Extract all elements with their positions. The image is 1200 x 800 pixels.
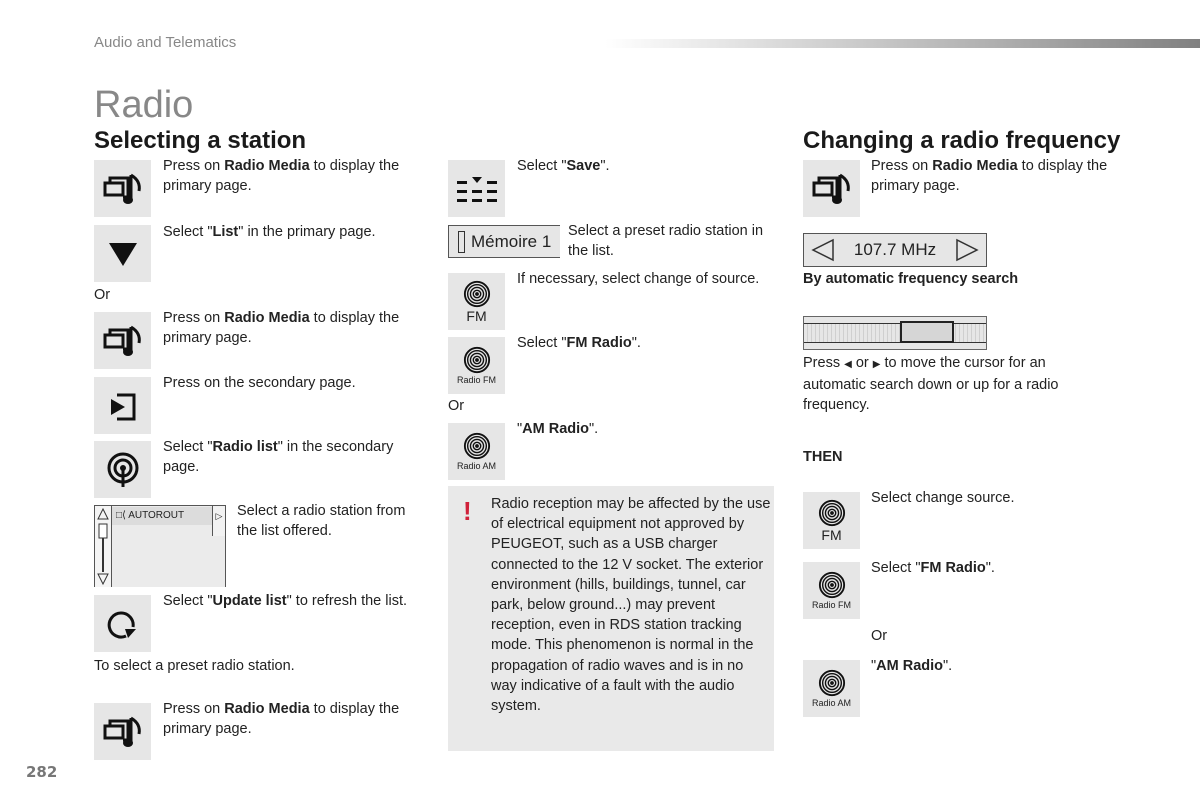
- step-text: Select "FM Radio".: [517, 335, 641, 351]
- frequency-up-button[interactable]: [954, 238, 980, 262]
- frequency-display: 107.7 MHz: [803, 233, 987, 267]
- radio-am-button[interactable]: Radio AM: [448, 423, 505, 480]
- or-label: Or: [94, 287, 111, 303]
- change-source-button[interactable]: FM: [448, 273, 505, 330]
- radio-media-button[interactable]: [94, 312, 151, 369]
- change-source-button[interactable]: FM: [803, 492, 860, 549]
- refresh-icon: [107, 611, 136, 639]
- radio-fm-caption: Radio FM: [456, 375, 496, 385]
- radio-fm-icon: [463, 346, 491, 374]
- fm-caption: FM: [821, 526, 842, 543]
- radio-am-button[interactable]: Radio AM: [803, 660, 860, 717]
- page-number: 282: [26, 763, 58, 781]
- step-text: "AM Radio".: [517, 421, 599, 437]
- radio-list-icon: [107, 452, 138, 487]
- preset-slot-icon: [458, 230, 465, 253]
- step-text: Press on Radio Media to display the prim…: [163, 701, 400, 737]
- scroll-arrows-icon: [97, 507, 109, 586]
- save-icon: [456, 176, 497, 202]
- preset-intro-text: To select a preset radio station.: [94, 658, 295, 674]
- section-label: Audio and Telematics: [94, 34, 237, 51]
- speaker-icon: □⟨: [116, 510, 126, 521]
- header-gradient-bar: [605, 39, 1200, 48]
- step-text: Select "Update list" to refresh the list…: [163, 593, 407, 609]
- radio-am-caption: Radio AM: [811, 698, 852, 708]
- radio-fm-button[interactable]: Radio FM: [448, 337, 505, 394]
- play-triangle-icon: ▷: [215, 511, 223, 521]
- slider-track: [804, 323, 986, 343]
- auto-search-text: Press ◀ or ▶ to move the cursor for an a…: [803, 355, 1059, 413]
- step-text: Select "Radio list" in the secondary pag…: [163, 439, 394, 475]
- radio-media-button[interactable]: [803, 160, 860, 217]
- or-label: Or: [871, 628, 888, 644]
- station-list-item[interactable]: □⟨ AUTOROUT: [112, 507, 214, 525]
- preset-label: Mémoire 1: [471, 231, 552, 251]
- left-arrow-icon: ◀: [844, 359, 852, 370]
- radio-fm-caption: Radio FM: [811, 600, 851, 610]
- then-label: THEN: [803, 449, 843, 465]
- selecting-station-title: Selecting a station: [94, 127, 307, 154]
- list-side-tab[interactable]: ▷: [212, 506, 225, 536]
- radio-am-icon: [463, 432, 491, 460]
- radio-fm-icon: [818, 571, 846, 599]
- changing-frequency-title: Changing a radio frequency: [803, 127, 1121, 154]
- radio-am-icon: [818, 669, 846, 697]
- radio-media-button[interactable]: [94, 703, 151, 760]
- step-text: Select a preset radio station in the lis…: [568, 223, 764, 259]
- page-title: Radio: [94, 84, 194, 126]
- station-list-widget: □⟨ AUTOROUT ▷: [94, 505, 226, 587]
- radio-media-icon: [102, 323, 144, 359]
- save-button[interactable]: [448, 160, 505, 217]
- frequency-value: 107.7 MHz: [853, 240, 937, 259]
- secondary-page-icon: [110, 393, 135, 420]
- step-text: Select a radio station from the list off…: [237, 503, 406, 539]
- step-text: If necessary, select change of source.: [517, 271, 760, 287]
- or-label: Or: [448, 398, 465, 414]
- slider-cursor[interactable]: [900, 321, 954, 343]
- frequency-search-slider[interactable]: [803, 316, 987, 350]
- triangle-down-icon: [108, 242, 137, 266]
- auto-search-heading: By automatic frequency search: [803, 271, 1019, 287]
- step-text: Press on the secondary page.: [163, 375, 356, 391]
- frequency-down-button[interactable]: [810, 238, 836, 262]
- fm-caption: FM: [466, 307, 487, 324]
- radio-media-icon: [102, 171, 144, 207]
- list-button[interactable]: [94, 225, 151, 282]
- right-arrow-icon: ▶: [872, 359, 881, 370]
- step-text: Select "FM Radio".: [871, 560, 995, 576]
- radio-list-button[interactable]: [94, 441, 151, 498]
- warning-exclamation-icon: !: [463, 496, 472, 526]
- step-text: Select "Save".: [517, 158, 610, 174]
- warning-text: Radio reception may be affected by the u…: [491, 496, 771, 715]
- source-fm-icon: [463, 280, 491, 308]
- list-scrollbar[interactable]: [95, 506, 112, 587]
- radio-am-caption: Radio AM: [456, 461, 497, 471]
- step-text: Select "List" in the primary page.: [163, 224, 376, 240]
- step-text: "AM Radio".: [871, 658, 953, 674]
- radio-media-icon: [811, 171, 853, 207]
- radio-media-button[interactable]: [94, 160, 151, 217]
- preset-memory-button[interactable]: Mémoire 1: [448, 225, 560, 258]
- step-text: Select change source.: [871, 490, 1015, 506]
- source-fm-icon: [818, 499, 846, 527]
- update-list-button[interactable]: [94, 595, 151, 652]
- radio-fm-button[interactable]: Radio FM: [803, 562, 860, 619]
- radio-media-icon: [102, 714, 144, 750]
- secondary-page-button[interactable]: [94, 377, 151, 434]
- step-text: Press on Radio Media to display the prim…: [871, 158, 1108, 194]
- step-text: Press on Radio Media to display the prim…: [163, 310, 400, 346]
- step-text: Press on Radio Media to display the prim…: [163, 158, 400, 194]
- station-name: AUTOROUT: [128, 510, 185, 521]
